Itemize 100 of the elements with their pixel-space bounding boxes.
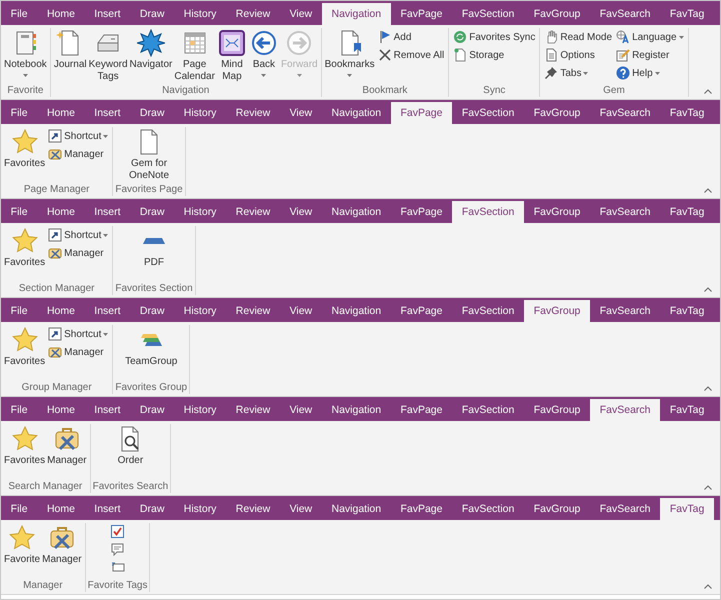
ribbon-tab[interactable]: View [280, 201, 322, 223]
ribbon-tab[interactable]: View [280, 498, 322, 520]
ribbon-button[interactable]: Mind Map [216, 28, 248, 83]
ribbon-button[interactable]: Options [543, 47, 614, 63]
ribbon-tab[interactable]: Insert [84, 102, 130, 124]
ribbon-button[interactable]: TeamGroup [124, 325, 178, 368]
ribbon-button[interactable]: Manager [47, 146, 110, 162]
ribbon-tab[interactable]: Review [226, 3, 280, 25]
ribbon-button[interactable]: Add [376, 29, 446, 45]
ribbon-button[interactable]: Page Calendar [173, 28, 216, 83]
ribbon-button[interactable]: Manager [41, 523, 83, 566]
ribbon-tab[interactable]: FavTag [660, 102, 714, 124]
ribbon-button[interactable]: Favorites [3, 127, 46, 170]
ribbon-tab[interactable]: FavGroup [524, 399, 590, 421]
ribbon-tab[interactable]: Draw [130, 399, 174, 421]
ribbon-button[interactable]: Manager [46, 424, 88, 467]
ribbon-tab[interactable]: Review [226, 300, 280, 322]
ribbon-tab[interactable]: Review [226, 399, 280, 421]
ribbon-button[interactable]: Gem for OneNote [128, 127, 170, 182]
chevron-up-icon[interactable] [704, 386, 712, 391]
ribbon-button[interactable]: Storage [452, 47, 536, 63]
ribbon-button[interactable]: Manager [47, 245, 110, 261]
ribbon-tab[interactable]: Review [226, 498, 280, 520]
ribbon-tab[interactable]: Insert [84, 300, 130, 322]
ribbon-tab[interactable]: FavTag [660, 201, 714, 223]
ribbon-tab[interactable]: FavSection [452, 3, 524, 25]
ribbon-button[interactable]: Order [114, 424, 146, 467]
ribbon-button[interactable]: Help [615, 65, 685, 81]
ribbon-tab[interactable]: FavTag [660, 399, 714, 421]
ribbon-tab[interactable]: FavSection [452, 399, 524, 421]
ribbon-tab[interactable]: Insert [84, 498, 130, 520]
ribbon-tab[interactable]: View [280, 102, 322, 124]
ribbon-tab[interactable]: FavSearch [590, 498, 660, 520]
ribbon-tab[interactable]: FavGroup [524, 300, 590, 322]
ribbon-tab[interactable]: History [174, 300, 226, 322]
ribbon-button[interactable]: PDF [138, 226, 170, 269]
ribbon-button[interactable]: Navigator [128, 28, 174, 71]
ribbon-tab[interactable]: View [280, 300, 322, 322]
ribbon-tab[interactable]: File [1, 201, 38, 223]
ribbon-tab[interactable]: Insert [84, 3, 130, 25]
ribbon-tab[interactable]: File [1, 498, 38, 520]
ribbon-tab[interactable]: Home [37, 201, 85, 223]
chevron-up-icon[interactable] [704, 188, 712, 193]
ribbon-button[interactable]: Language [615, 29, 685, 45]
ribbon-button[interactable]: Register [615, 47, 685, 63]
ribbon-tab[interactable]: FavSection [452, 498, 524, 520]
ribbon-tab[interactable]: Navigation [322, 498, 391, 520]
ribbon-button[interactable]: Favorites [3, 424, 46, 467]
ribbon-tab[interactable]: View [280, 3, 322, 25]
ribbon-tab[interactable]: FavPage [390, 498, 452, 520]
ribbon-button[interactable]: Journal [52, 28, 88, 71]
ribbon-tab[interactable]: History [174, 201, 226, 223]
ribbon-button[interactable]: Keyword Tags [88, 28, 129, 83]
ribbon-tab[interactable]: FavTag [660, 498, 714, 520]
ribbon-tab[interactable]: Draw [130, 201, 174, 223]
ribbon-tab[interactable]: FavSearch [590, 300, 660, 322]
ribbon-tab[interactable]: Navigation [322, 399, 391, 421]
ribbon-tab[interactable]: View [280, 399, 322, 421]
card-icon[interactable] [110, 561, 125, 573]
ribbon-button[interactable]: Read Mode [543, 29, 614, 45]
ribbon-tab[interactable]: Insert [84, 201, 130, 223]
ribbon-tab[interactable]: History [174, 399, 226, 421]
ribbon-tab[interactable]: History [174, 102, 226, 124]
ribbon-tab[interactable]: File [1, 300, 38, 322]
ribbon-tab[interactable]: History [174, 3, 226, 25]
chevron-up-icon[interactable] [704, 485, 712, 490]
ribbon-tab[interactable]: Home [37, 3, 85, 25]
chevron-up-icon[interactable] [704, 89, 712, 94]
ribbon-button[interactable]: Manager [47, 344, 110, 360]
ribbon-button[interactable]: Favorites [3, 325, 46, 368]
ribbon-tab[interactable]: FavSearch [590, 399, 660, 421]
ribbon-tab[interactable]: FavSearch [590, 201, 660, 223]
ribbon-button[interactable]: Shortcut [47, 326, 110, 342]
ribbon-tab[interactable]: FavGroup [524, 498, 590, 520]
ribbon-tab[interactable]: FavSection [452, 201, 524, 223]
ribbon-tab[interactable]: FavSearch [590, 3, 660, 25]
ribbon-tab[interactable]: FavPage [390, 102, 452, 124]
ribbon-tab[interactable]: File [1, 399, 38, 421]
ribbon-tab[interactable]: Draw [130, 3, 174, 25]
ribbon-tab[interactable]: Navigation [322, 300, 391, 322]
ribbon-button[interactable]: Remove All [376, 47, 446, 63]
ribbon-tab[interactable]: FavTag [660, 300, 714, 322]
ribbon-tab[interactable]: Review [226, 201, 280, 223]
ribbon-button[interactable]: Favorite [3, 523, 42, 566]
ribbon-button[interactable]: Favorites [3, 226, 46, 269]
chevron-up-icon[interactable] [704, 584, 712, 589]
ribbon-tab[interactable]: Home [37, 102, 85, 124]
ribbon-tab[interactable]: Review [226, 102, 280, 124]
ribbon-tab[interactable]: FavPage [390, 201, 452, 223]
ribbon-tab[interactable]: FavGroup [524, 201, 590, 223]
ribbon-button[interactable]: Bookmarks [324, 28, 376, 77]
ribbon-tab[interactable]: FavGroup [524, 3, 590, 25]
ribbon-tab[interactable]: Draw [130, 498, 174, 520]
ribbon-button[interactable]: Favorites Sync [452, 29, 536, 45]
checkbox-icon[interactable] [111, 524, 124, 538]
ribbon-tab[interactable]: Home [37, 300, 85, 322]
ribbon-tab[interactable]: FavGroup [524, 102, 590, 124]
ribbon-tab[interactable]: Draw [130, 102, 174, 124]
ribbon-tab[interactable]: FavTag [660, 3, 714, 25]
ribbon-button[interactable]: Shortcut [47, 227, 110, 243]
